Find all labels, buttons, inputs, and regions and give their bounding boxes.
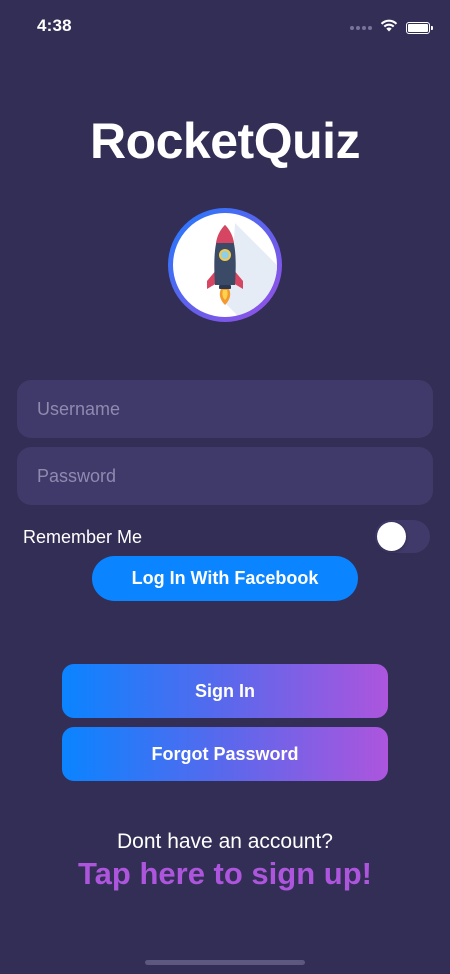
- home-indicator[interactable]: [145, 960, 305, 965]
- status-bar: 4:38: [0, 0, 450, 52]
- status-icons: [350, 19, 433, 37]
- forgot-password-button[interactable]: Forgot Password: [62, 727, 388, 781]
- remember-me-label: Remember Me: [23, 527, 143, 547]
- wifi-icon: [380, 19, 398, 37]
- signal-icon: [350, 26, 372, 30]
- rocket-icon: [207, 223, 277, 317]
- sign-up-link[interactable]: Tap here to sign up!: [0, 856, 450, 892]
- app-title: RocketQuiz: [89, 113, 361, 169]
- battery-icon: [406, 22, 433, 34]
- app-logo: [168, 208, 282, 322]
- toggle-knob: [377, 522, 406, 551]
- username-field[interactable]: [17, 380, 433, 438]
- password-input[interactable]: [35, 464, 415, 488]
- facebook-login-button[interactable]: Log In With Facebook: [92, 556, 358, 601]
- logo-background: [173, 213, 277, 317]
- login-screen: 4:38 RocketQuiz Username Remember Me Log…: [0, 0, 450, 974]
- no-account-text: Dont have an account?: [117, 830, 333, 853]
- status-time: 4:38: [37, 16, 72, 35]
- sign-in-button[interactable]: Sign In: [62, 664, 388, 718]
- remember-me-toggle[interactable]: [375, 520, 430, 553]
- username-input[interactable]: [35, 397, 415, 421]
- password-field[interactable]: [17, 447, 433, 505]
